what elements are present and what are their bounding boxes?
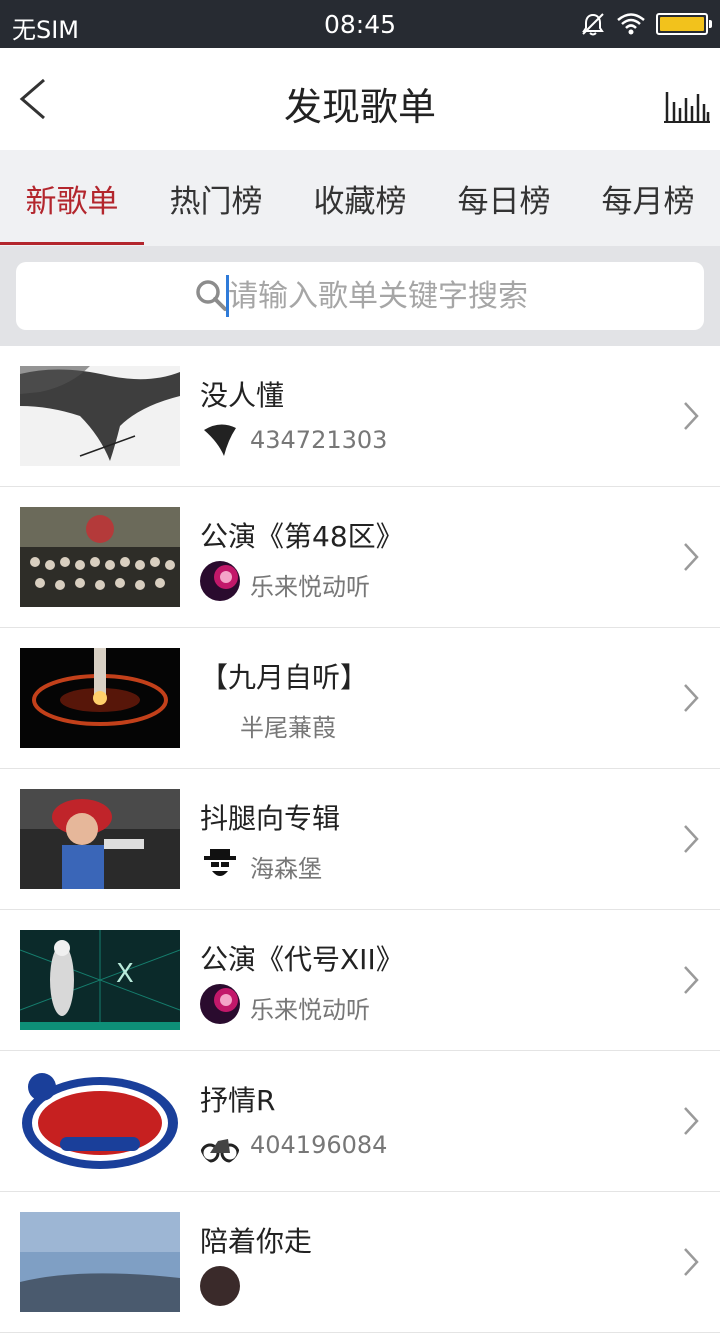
playlist-title: 公演《第48区》 xyxy=(200,520,404,553)
status-bar: 无SIM 08:45 xyxy=(0,0,720,48)
chevron-right-icon xyxy=(684,402,699,430)
alarm-off-icon xyxy=(582,13,604,36)
list-item[interactable]: 【九月自听】 半尾蒹葭 xyxy=(0,628,720,769)
status-icons xyxy=(580,10,712,38)
tab-hot-chart[interactable]: 热门榜 xyxy=(144,176,288,221)
avatar xyxy=(200,843,240,883)
equalizer-icon[interactable] xyxy=(664,88,710,124)
tab-new-playlists[interactable]: 新歌单 xyxy=(0,176,144,221)
list-item[interactable]: 公演《第48区》 乐来悦动听 xyxy=(0,487,720,628)
playlist-author: 乐来悦动听 xyxy=(250,996,370,1024)
playlist-title: 陪着你走 xyxy=(200,1225,313,1258)
tab-monthly-chart[interactable]: 每月榜 xyxy=(576,176,720,221)
playlist-author: 乐来悦动听 xyxy=(250,573,370,601)
battery-icon xyxy=(656,13,712,35)
avatar xyxy=(200,561,240,601)
active-tab-indicator xyxy=(0,242,144,245)
playlist-cover xyxy=(20,789,180,889)
page-title: 发现歌单 xyxy=(283,85,436,129)
list-item[interactable]: 抖腿向专辑 海森堡 xyxy=(0,769,720,910)
playlist-cover: X xyxy=(20,930,180,1030)
playlist-cover xyxy=(20,366,180,466)
playlist-title: 没人懂 xyxy=(200,379,285,412)
chevron-right-icon xyxy=(684,684,699,712)
wifi-icon xyxy=(617,13,645,35)
chevron-right-icon xyxy=(684,1107,699,1135)
playlist-cover xyxy=(20,1071,180,1171)
tab-daily-chart[interactable]: 每日榜 xyxy=(432,176,576,221)
playlist-cover xyxy=(20,648,180,748)
avatar xyxy=(200,1266,240,1306)
playlist-author: 海森堡 xyxy=(250,855,322,883)
avatar xyxy=(200,420,240,460)
avatar xyxy=(200,1125,240,1165)
chevron-right-icon xyxy=(684,543,699,571)
playlist-title: 公演《代号XII》 xyxy=(200,943,404,976)
playlist-title: 抖腿向专辑 xyxy=(200,802,341,835)
search-bar xyxy=(0,246,720,346)
list-item[interactable]: X 公演《代号XII》 乐来悦动听 xyxy=(0,910,720,1051)
playlist-cover xyxy=(20,1212,180,1312)
list-item[interactable]: 抒情R 404196084 xyxy=(0,1051,720,1192)
list-item[interactable]: 没人懂 434721303 xyxy=(0,346,720,487)
playlist-cover xyxy=(20,507,180,607)
search-input[interactable] xyxy=(228,274,648,318)
playlist-list: 没人懂 434721303 公演《第48区》 乐来悦动听 【九月自听】 半尾蒹葭… xyxy=(0,346,720,1333)
playlist-author: 434721303 xyxy=(250,426,388,454)
category-tabs: 新歌单 热门榜 收藏榜 每日榜 每月榜 xyxy=(0,150,720,246)
chevron-right-icon xyxy=(684,966,699,994)
nav-bar: 发现歌单 xyxy=(0,48,720,150)
playlist-author: 404196084 xyxy=(250,1131,388,1159)
chevron-right-icon xyxy=(684,1248,699,1276)
avatar xyxy=(200,984,240,1024)
search-icon xyxy=(196,280,227,311)
battery-level xyxy=(660,17,704,31)
tab-favorites-chart[interactable]: 收藏榜 xyxy=(288,176,432,221)
playlist-title: 【九月自听】 xyxy=(200,661,369,694)
playlist-author: 半尾蒹葭 xyxy=(240,714,336,742)
svg-text:X: X xyxy=(116,959,134,989)
chevron-right-icon xyxy=(684,825,699,853)
search-box[interactable] xyxy=(16,262,704,330)
playlist-title: 抒情R xyxy=(200,1084,276,1117)
list-item[interactable]: 陪着你走 xyxy=(0,1192,720,1333)
